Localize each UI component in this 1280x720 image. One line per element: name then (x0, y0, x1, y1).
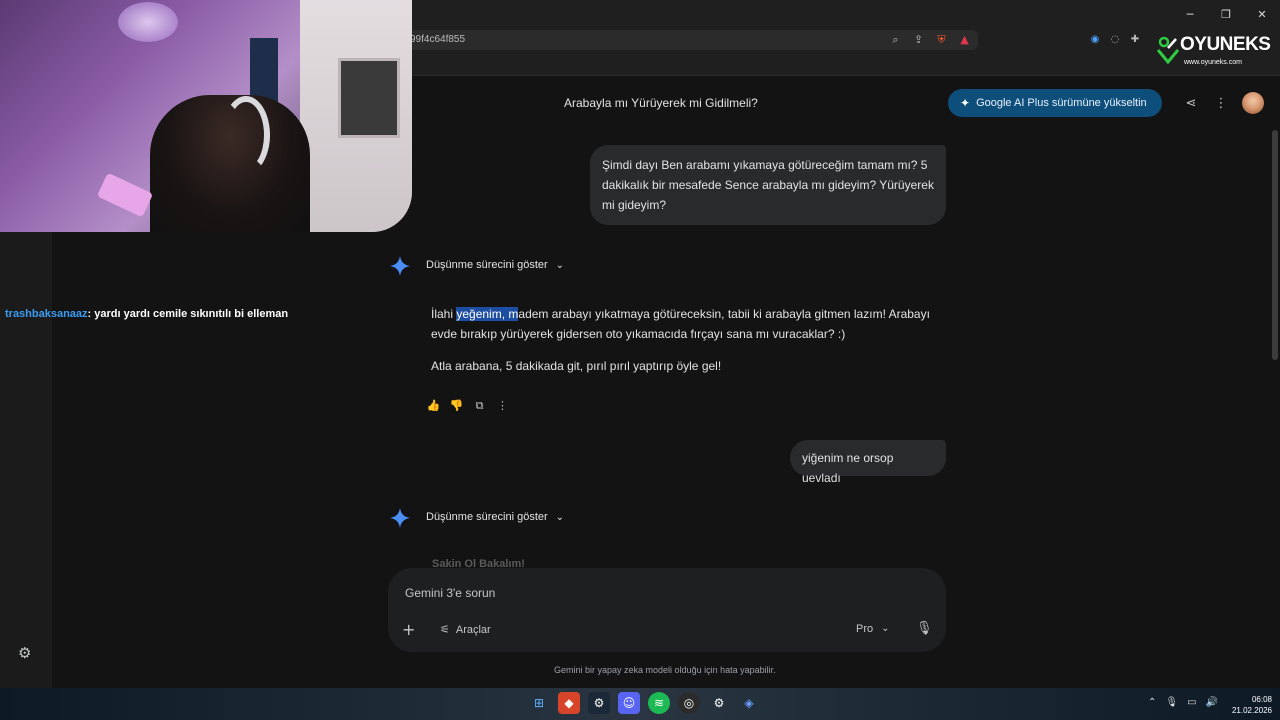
webcam-overlay (0, 0, 412, 232)
tools-label: Araçlar (455, 623, 491, 636)
chat-username: trashbaksanaaz (5, 308, 88, 320)
thinking-label: Düşünme sürecini göster (426, 259, 548, 271)
network-icon[interactable]: ▭ (1187, 697, 1196, 708)
app-icon[interactable]: ◈ (738, 692, 760, 714)
prompt-input[interactable]: Gemini 3'e sorun (405, 586, 495, 600)
response-actions: 👍 👎 ⧉ ⋮ (426, 398, 510, 413)
microphone-graphic (96, 172, 154, 218)
steelseries-icon[interactable]: ⚙ (708, 692, 730, 714)
puzzle-icon[interactable]: ✚ (1128, 32, 1142, 46)
minimize-icon[interactable]: ─ (1172, 0, 1208, 28)
add-icon[interactable]: + (402, 620, 415, 639)
avatar[interactable] (1242, 92, 1264, 114)
restore-icon[interactable]: ❐ (1208, 0, 1244, 28)
extension-icon[interactable]: ◌ (1108, 32, 1122, 46)
brave-rewards-icon[interactable]: ▲ (957, 32, 972, 47)
gemini-star-icon (390, 256, 410, 276)
thinking-label: Düşünme sürecini göster (426, 511, 548, 523)
address-bar[interactable]: 99f4c64f855 ⌕ ⇪ ⛨ ▲ (400, 30, 978, 50)
oyuneks-mark-icon (1156, 36, 1180, 64)
logo-url: www.oyuneks.com (1184, 59, 1242, 66)
stream-chat-message: trashbaksanaaz: yardı yardı cemile sıkın… (5, 308, 288, 320)
scrollbar[interactable] (1272, 130, 1278, 360)
zoom-icon[interactable]: ⌕ (888, 32, 903, 47)
model-label: Pro (856, 623, 874, 635)
show-thinking-toggle[interactable]: Düşünme sürecini göster ⌄ (426, 259, 564, 271)
microphone-icon[interactable]: 🎙 (916, 621, 933, 636)
extension-icons: ◉ ◌ ✚ (1088, 32, 1142, 46)
taskbar-clock[interactable]: 06:08 21.02.2026 (1226, 694, 1272, 716)
steam-icon[interactable]: ⚙ (588, 692, 610, 714)
obs-icon[interactable]: ◎ (678, 692, 700, 714)
chevron-up-icon[interactable]: ⌃ (1148, 697, 1156, 708)
gemini-star-icon (390, 508, 410, 528)
address-bar-icons: ⌕ ⇪ ⛨ ▲ (888, 32, 972, 47)
thumbs-down-icon[interactable]: 👎 (449, 398, 464, 413)
webcam-lamp (118, 2, 178, 42)
windows-start-icon[interactable]: ⊞ (528, 692, 550, 714)
system-tray: ⌃ 🎙 ▭ 🔊 (1148, 697, 1218, 708)
close-icon[interactable]: ✕ (1244, 0, 1280, 28)
tools-button[interactable]: ⚟ Araçlar (440, 623, 491, 636)
more-options-icon[interactable]: ⋮ (495, 398, 510, 413)
url-text: 99f4c64f855 (410, 34, 466, 45)
disclaimer: Gemini bir yapay zeka modeli olduğu için… (554, 665, 776, 675)
show-thinking-toggle[interactable]: Düşünme sürecini göster ⌄ (426, 511, 564, 523)
microphone-tray-icon[interactable]: 🎙 (1165, 697, 1178, 708)
discord-icon[interactable]: ☺ (618, 692, 640, 714)
headset-graphic (222, 96, 270, 174)
webcam-poster (338, 58, 400, 138)
clock-time: 06:08 (1251, 695, 1272, 704)
user-message: Şimdi dayı Ben arabamı yıkamaya götürece… (590, 145, 946, 225)
thumbs-up-icon[interactable]: 👍 (426, 398, 441, 413)
more-vert-icon[interactable]: ⋮ (1213, 95, 1229, 111)
chevron-down-icon: ⌄ (881, 623, 890, 634)
selected-text: yeğenim, m (456, 307, 519, 321)
chevron-down-icon: ⌄ (555, 259, 565, 271)
share-page-icon[interactable]: ⇪ (911, 32, 926, 47)
share-icon[interactable]: ⋖ (1183, 95, 1199, 111)
audio-icon[interactable]: ◉ (1088, 32, 1102, 46)
model-response-paragraph: İlahi yeğenim, madem arabayı yıkatmaya g… (431, 304, 931, 344)
sparkle-icon: ✦ (960, 96, 971, 110)
conversation-title: Arabayla mı Yürüyerek mi Gidilmeli? (564, 96, 758, 110)
window-controls: ─ ❐ ✕ (1172, 0, 1280, 28)
taskbar: ⊞ ◆ ⚙ ☺ ≋ ◎ ⚙ ◈ ⌃ 🎙 ▭ 🔊 06:08 21.02.2026 (0, 688, 1280, 720)
chat-text: : yardı yardı cemile sıkınıtılı bi ellem… (87, 308, 289, 320)
volume-icon[interactable]: 🔊 (1206, 697, 1218, 708)
answer-text-start: İlahi (431, 307, 457, 321)
model-response-paragraph-2: Atla arabana, 5 dakikada git, pırıl pırı… (431, 359, 722, 373)
chevron-down-icon: ⌄ (555, 511, 565, 523)
model-selector[interactable]: Pro ⌄ (856, 623, 890, 635)
prompt-composer[interactable]: Gemini 3'e sorun + ⚟ Araçlar Pro ⌄ 🎙 (388, 568, 946, 652)
brave-browser-icon[interactable]: ◆ (558, 692, 580, 714)
logo-title: OYUNEKS (1180, 34, 1271, 55)
clock-date: 21.02.2026 (1231, 706, 1272, 715)
user-message: yiğenim ne orsop uevladı (790, 440, 946, 485)
upgrade-button[interactable]: ✦ Google AI Plus sürümüne yükseltin (948, 89, 1162, 117)
oyuneks-logo: OYUNEKS www.oyuneks.com (1156, 34, 1271, 70)
brave-shield-icon[interactable]: ⛨ (934, 32, 949, 47)
tools-icon: ⚟ (440, 623, 450, 636)
spotify-icon[interactable]: ≋ (648, 692, 670, 714)
taskbar-apps: ⊞ ◆ ⚙ ☺ ≋ ◎ ⚙ ◈ (528, 692, 760, 714)
upgrade-label: Google AI Plus sürümüne yükseltin (976, 97, 1147, 109)
settings-gear-icon[interactable]: ⚙ (18, 644, 36, 662)
copy-icon[interactable]: ⧉ (472, 398, 487, 413)
